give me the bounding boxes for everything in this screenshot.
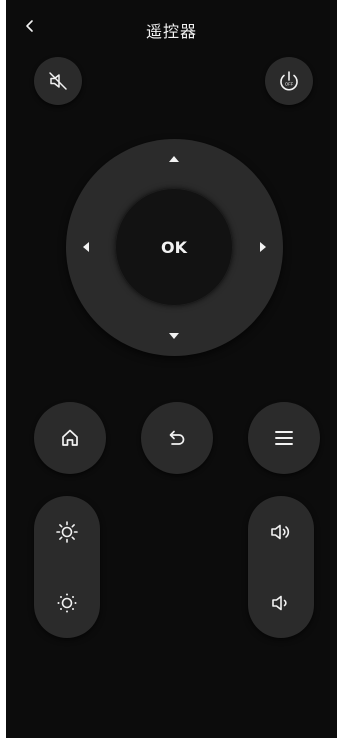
return-button[interactable] [141,402,213,474]
brightness-down-button[interactable] [34,567,100,638]
power-off-label: OFF [285,82,294,87]
volume-control [248,496,314,638]
volume-up-button[interactable] [248,496,314,567]
triangle-down-icon [169,333,179,339]
header: 遥控器 [6,0,337,52]
dpad-up-button[interactable] [154,139,194,179]
brightness-up-icon [56,520,78,543]
volume-down-button[interactable] [248,567,314,638]
power-button[interactable]: OFF [265,57,313,105]
volume-up-icon [271,524,290,539]
dpad-down-button[interactable] [154,316,194,356]
direction-pad: OK [66,139,283,356]
power-icon: OFF [280,71,298,91]
page-title: 遥控器 [145,22,197,41]
remote-control-screen: 遥控器 OFF OK [6,0,337,738]
ok-button[interactable]: OK [115,188,233,306]
triangle-up-icon [169,156,179,162]
dpad-left-button[interactable] [66,227,106,267]
brightness-down-icon [57,593,77,612]
triangle-right-icon [260,242,266,252]
return-icon [169,430,185,445]
home-icon [62,429,78,446]
dpad-right-button[interactable] [243,227,283,267]
mute-icon [49,72,67,90]
menu-icon [275,431,293,445]
mute-button[interactable] [34,57,82,105]
brightness-control [34,496,100,638]
triangle-left-icon [83,242,89,252]
menu-button[interactable] [248,402,320,474]
brightness-up-button[interactable] [34,496,100,567]
volume-down-icon [272,595,287,610]
home-button[interactable] [34,402,106,474]
